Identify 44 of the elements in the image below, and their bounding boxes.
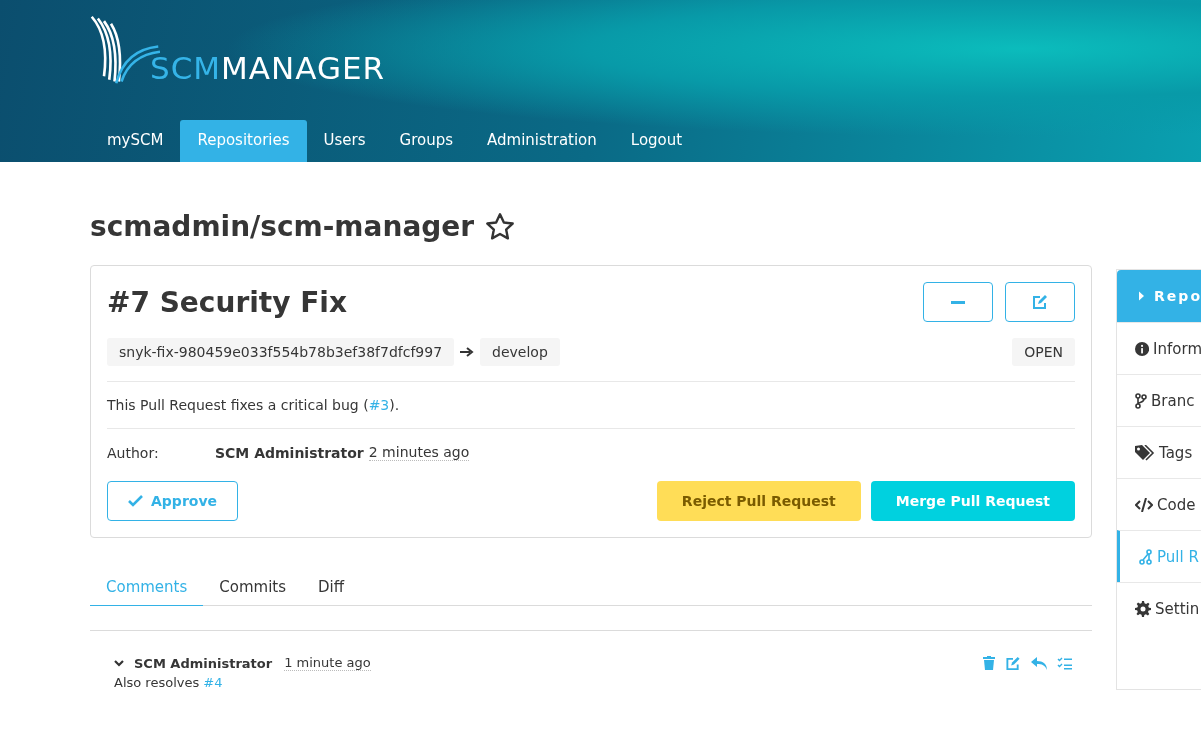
author-label: Author: — [107, 444, 160, 461]
comment-text: Also resolves #4 — [114, 675, 224, 690]
minus-icon — [951, 300, 965, 304]
gear-icon — [1135, 600, 1151, 617]
reject-button[interactable]: Reject Pull Request — [656, 481, 861, 521]
timestamp: 2 minutes ago — [368, 444, 470, 461]
collapse-button[interactable] — [923, 282, 993, 322]
nav-tab[interactable]: Logout — [613, 120, 700, 162]
edit-icon — [1032, 294, 1048, 310]
info-icon — [1135, 340, 1150, 357]
nav-tab[interactable]: Users — [306, 120, 383, 162]
sidebar-item[interactable]: Code — [1117, 478, 1201, 530]
nav-tab[interactable]: Groups — [382, 120, 471, 162]
author-name: SCM Administrator — [215, 444, 364, 461]
pull-request-icon — [1139, 548, 1153, 565]
branch-icon — [1135, 392, 1147, 409]
pull-request-title: #7 Security Fix — [107, 285, 347, 319]
comment-timestamp: 1 minute ago — [284, 655, 371, 671]
edit-icon[interactable] — [1005, 655, 1021, 671]
target-branch-tag: develop — [480, 338, 560, 366]
reply-icon[interactable] — [1031, 656, 1047, 670]
sidebar-item[interactable]: Tags — [1117, 426, 1201, 478]
description-text: This Pull Request fixes a critical bug (#3). — [107, 397, 401, 413]
nav-tab[interactable]: Administration — [470, 120, 614, 162]
sidebar-item[interactable]: Settin — [1117, 582, 1201, 634]
checklist-icon[interactable] — [1057, 656, 1072, 670]
sidebar-item[interactable]: Inform — [1117, 322, 1201, 374]
status-tag: OPEN — [1012, 338, 1075, 366]
edit-button[interactable] — [1005, 282, 1075, 322]
nav-tab[interactable]: mySCM — [90, 120, 181, 162]
tab[interactable]: Commits — [203, 570, 303, 606]
repository-title: scmadmin/scm-manager — [90, 210, 475, 243]
check-icon — [128, 495, 143, 507]
logo-text: SCM MANAGER — [150, 50, 386, 86]
tab[interactable]: Diff — [302, 570, 361, 606]
chevron-icon[interactable] — [114, 659, 124, 667]
trash-icon[interactable] — [983, 656, 995, 670]
comment-author: SCM Administrator — [134, 655, 273, 671]
arrow-icon — [460, 347, 475, 357]
code-icon — [1135, 497, 1153, 512]
sidebar-item[interactable]: Branc — [1117, 374, 1201, 426]
caret-icon — [1139, 289, 1145, 303]
source-branch-tag: snyk-fix-980459e033f554b78b3ef38f7dfcf997 — [107, 338, 455, 366]
tags-icon — [1135, 444, 1155, 461]
